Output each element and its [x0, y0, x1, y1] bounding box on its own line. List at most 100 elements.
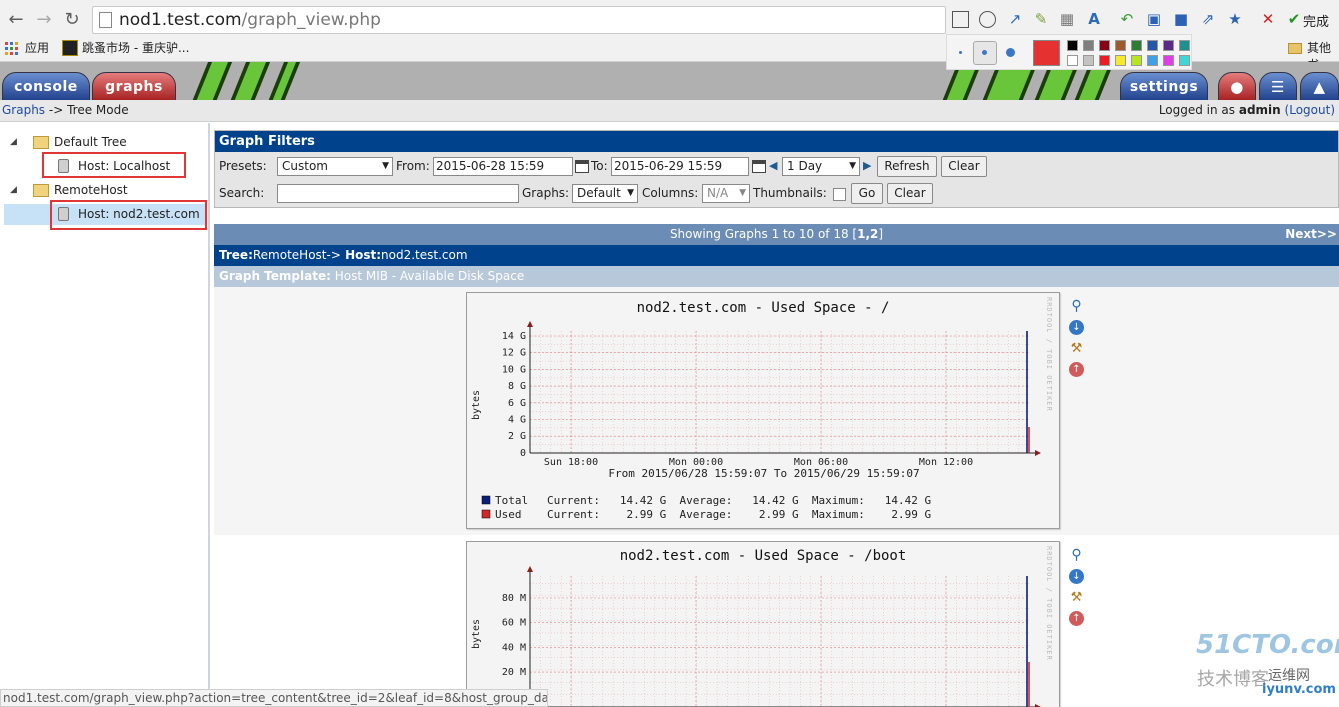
- arrow-tool-icon[interactable]: ↗: [1006, 10, 1024, 28]
- swatch[interactable]: [1067, 40, 1078, 51]
- collapse-icon[interactable]: ◢: [10, 137, 17, 147]
- size-medium-icon: [982, 50, 987, 55]
- edit-wrench-icon[interactable]: ⚒: [1069, 341, 1084, 356]
- go-button[interactable]: Go: [851, 183, 883, 204]
- page-links[interactable]: 1,2: [857, 227, 878, 241]
- calendar-icon[interactable]: [752, 160, 766, 173]
- list-view-icon[interactable]: ☰: [1259, 72, 1297, 100]
- text-tool-icon[interactable]: A: [1085, 10, 1103, 28]
- swatch[interactable]: [1099, 55, 1110, 66]
- undo-icon[interactable]: ↶: [1118, 10, 1136, 28]
- breadcrumb-link-graphs[interactable]: Graphs: [2, 103, 45, 117]
- back-icon[interactable]: ←: [6, 9, 26, 31]
- calendar-icon[interactable]: [575, 160, 589, 173]
- swatch[interactable]: [1147, 55, 1158, 66]
- time-range-text: From 2015/06/28 15:59:07 To 2015/06/29 1…: [608, 467, 919, 480]
- chevron-down-icon: ▼: [849, 161, 856, 171]
- ellipse-tool-icon[interactable]: [979, 11, 996, 28]
- presets-select[interactable]: Custom ▼: [277, 157, 393, 176]
- tab-graphs[interactable]: graphs: [92, 72, 176, 100]
- swatch[interactable]: [1179, 40, 1190, 51]
- swatch[interactable]: [1067, 55, 1078, 66]
- copy-icon[interactable]: ■: [1172, 10, 1190, 28]
- thumbnails-checkbox[interactable]: [833, 188, 846, 201]
- debug-icon[interactable]: ↑: [1069, 611, 1084, 626]
- preview-view-icon[interactable]: ▲: [1300, 72, 1339, 100]
- tab-console[interactable]: console: [2, 72, 90, 100]
- graph-image-boot[interactable]: nod2.test.com - Used Space - /boot RRDTO…: [466, 541, 1060, 707]
- confirm-icon[interactable]: ✔: [1285, 10, 1303, 28]
- swatch[interactable]: [1163, 55, 1174, 66]
- shift-left-icon[interactable]: ◀: [769, 159, 777, 172]
- color-palette: [946, 34, 1192, 70]
- edit-wrench-icon[interactable]: ⚒: [1069, 590, 1084, 605]
- address-bar[interactable]: nod1.test.com/graph_view.php: [92, 6, 946, 34]
- swatch[interactable]: [1083, 55, 1094, 66]
- collapse-icon[interactable]: ◢: [10, 185, 17, 195]
- graph-row: nod2.test.com - Used Space - /boot RRDTO…: [214, 535, 1339, 707]
- rectangle-tool-icon[interactable]: [952, 11, 969, 28]
- share-icon[interactable]: ⇗: [1199, 10, 1217, 28]
- swatch[interactable]: [1115, 40, 1126, 51]
- size-large-icon[interactable]: [1006, 48, 1015, 57]
- legend-used-stats: Current: 2.99 G Average: 2.99 G Maximum:…: [547, 508, 931, 521]
- swatch[interactable]: [1131, 55, 1142, 66]
- folder-icon: [1288, 43, 1302, 54]
- swatch[interactable]: [1115, 55, 1126, 66]
- showing-text: Showing Graphs 1 to 10 of 18 [1,2]: [669, 227, 884, 241]
- y-tick-label: 8 G: [508, 381, 526, 392]
- tree-view-icon[interactable]: ●: [1218, 72, 1256, 100]
- graph-image-root[interactable]: nod2.test.com - Used Space - / RRDTOOL /…: [466, 292, 1060, 529]
- logout-link[interactable]: (Logout): [1285, 103, 1335, 117]
- brush-tool-icon[interactable]: ✎: [1032, 10, 1050, 28]
- bookmark-flea-market[interactable]: 跳蚤市场 - 重庆驴...: [82, 39, 189, 56]
- current-color-swatch[interactable]: [1033, 40, 1060, 66]
- save-icon[interactable]: ▣: [1145, 10, 1163, 28]
- swatch[interactable]: [1163, 40, 1174, 51]
- y-tick-label: 4 G: [508, 415, 526, 426]
- columns-select[interactable]: N/A ▼: [702, 184, 750, 203]
- tab-settings[interactable]: settings: [1120, 72, 1208, 100]
- to-input[interactable]: 2015-06-29 15:59: [611, 157, 749, 176]
- done-label[interactable]: 完成: [1303, 11, 1329, 30]
- debug-icon[interactable]: ↑: [1069, 362, 1084, 377]
- mosaic-tool-icon[interactable]: ▦: [1058, 10, 1076, 28]
- forward-icon[interactable]: →: [34, 9, 54, 31]
- swatch[interactable]: [1179, 55, 1190, 66]
- swatch[interactable]: [1083, 40, 1094, 51]
- clear-button[interactable]: Clear: [941, 156, 987, 177]
- size-small-icon[interactable]: [959, 51, 962, 54]
- tree-panel: ◢ Default Tree Host: Localhost ◢ RemoteH…: [0, 123, 210, 707]
- search-label: Search:: [219, 186, 265, 200]
- cancel-icon[interactable]: ✕: [1259, 10, 1277, 28]
- tree-item-remotehost[interactable]: RemoteHost: [54, 183, 128, 197]
- next-page-link[interactable]: Next>>: [1285, 224, 1337, 245]
- swatch[interactable]: [1147, 40, 1158, 51]
- search-input[interactable]: [277, 184, 519, 203]
- tree-context-bar: Tree:RemoteHost-> Host:nod2.test.com: [214, 245, 1339, 266]
- from-input[interactable]: 2015-06-28 15:59: [433, 157, 573, 176]
- swatch[interactable]: [1099, 40, 1110, 51]
- clear-search-button[interactable]: Clear: [887, 183, 933, 204]
- reload-icon[interactable]: ↻: [62, 9, 82, 31]
- timespan-select[interactable]: 1 Day ▼: [782, 157, 860, 176]
- tree-item-default-tree[interactable]: Default Tree: [54, 135, 127, 149]
- tree-item-localhost[interactable]: Host: Localhost: [78, 159, 170, 173]
- zoom-icon[interactable]: ⚲: [1069, 548, 1084, 563]
- zoom-icon[interactable]: ⚲: [1069, 299, 1084, 314]
- favorite-icon[interactable]: ★: [1226, 10, 1244, 28]
- swatch[interactable]: [1131, 40, 1142, 51]
- shift-right-icon[interactable]: ▶: [863, 159, 871, 172]
- y-tick-label: 60 M: [502, 618, 526, 629]
- to-label: To:: [591, 159, 608, 173]
- graphs-select[interactable]: Default ▼: [572, 184, 638, 203]
- apps-grid-icon[interactable]: [5, 42, 19, 56]
- tree-item-nod2[interactable]: Host: nod2.test.com: [78, 207, 200, 221]
- status-bar-url: nod1.test.com/graph_view.php?action=tree…: [0, 689, 548, 707]
- export-icon[interactable]: ↓: [1069, 320, 1084, 335]
- breadcrumb: Graphs -> Tree Mode Logged in as admin (…: [0, 100, 1339, 122]
- bookmark-apps[interactable]: 应用: [25, 39, 49, 56]
- decor-stripe: [187, 62, 237, 100]
- export-icon[interactable]: ↓: [1069, 569, 1084, 584]
- refresh-button[interactable]: Refresh: [877, 156, 937, 177]
